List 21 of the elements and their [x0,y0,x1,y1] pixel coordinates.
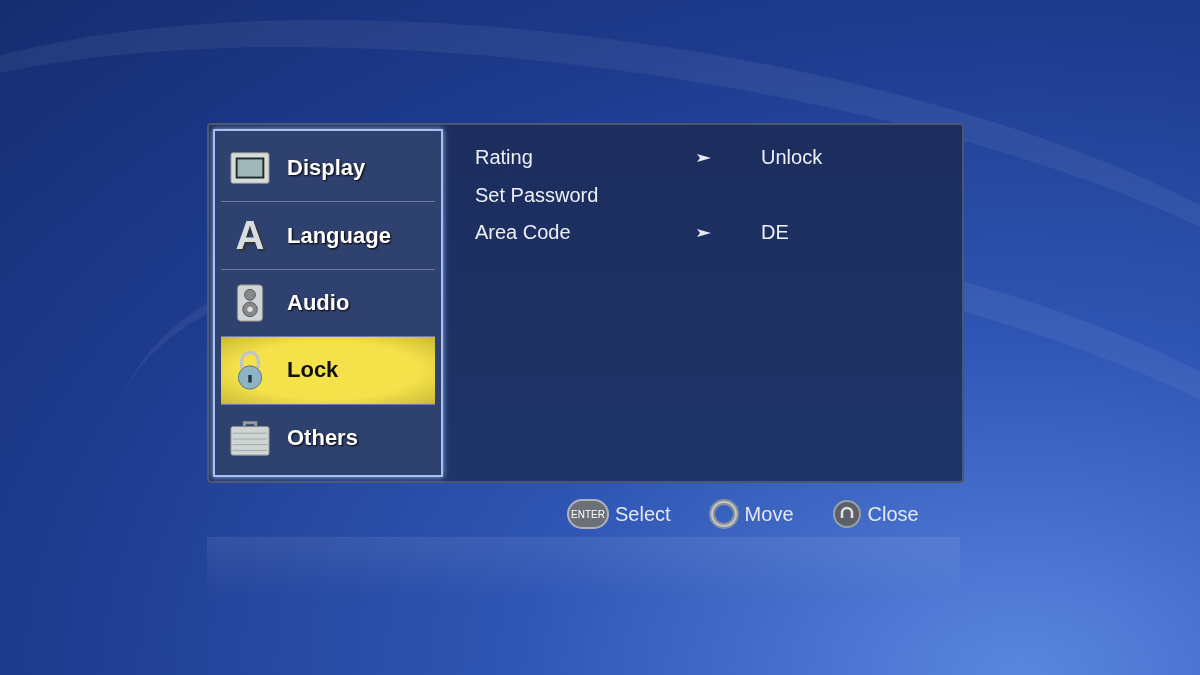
return-icon [831,499,862,529]
category-item[interactable]: Lock [221,337,435,405]
hint-label: Select [615,502,671,526]
category-label: Audio [287,290,350,316]
pointer-icon [697,228,711,237]
letter-icon: A [229,213,271,259]
hint-label: Move [744,502,794,526]
category-item[interactable]: Display [221,135,435,203]
category-item[interactable]: A Language [221,202,435,270]
category-label: Lock [287,357,339,384]
setting-row[interactable]: Rating Unlock [475,139,962,177]
setting-row[interactable]: Set Password [475,176,962,214]
category-label: Others [287,424,358,451]
pointer-icon [697,153,711,162]
category-item[interactable]: Others [221,404,435,472]
direction-ring-icon [708,499,739,529]
enter-key-icon: ENTER [567,499,609,529]
setting-row[interactable]: Area Code DE [475,214,962,252]
category-label: Language [287,222,391,249]
category-label: Display [287,155,366,182]
hint-label: Close [867,502,919,526]
